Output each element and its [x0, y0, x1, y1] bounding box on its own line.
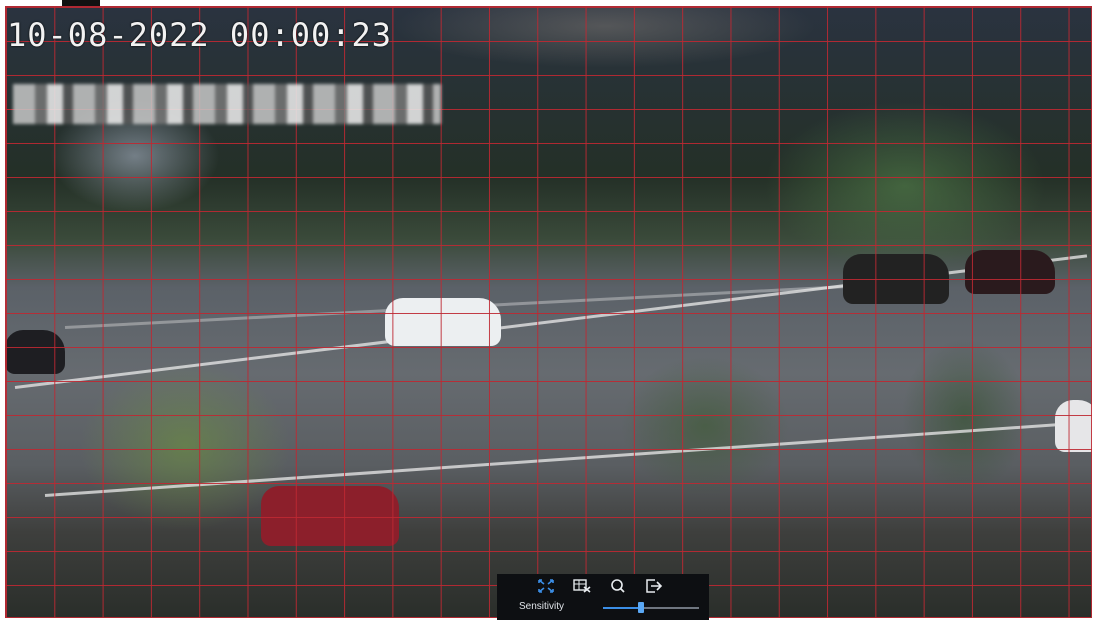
expand-icon[interactable]	[529, 576, 563, 596]
search-icon[interactable]	[601, 576, 635, 596]
camera-video-feed: 10-08-2022 00:00:23	[5, 6, 1092, 618]
exit-icon[interactable]	[637, 576, 671, 596]
grid-edit-toolbar: Sensitivity	[497, 574, 709, 620]
clear-grid-icon[interactable]	[565, 576, 599, 596]
sensitivity-slider-handle[interactable]	[638, 602, 644, 613]
blurred-channel-label	[13, 84, 441, 124]
sensitivity-label: Sensitivity	[519, 601, 565, 612]
video-timestamp: 10-08-2022 00:00:23	[7, 16, 393, 54]
sensitivity-slider-fill	[603, 607, 641, 609]
sensitivity-slider[interactable]	[603, 602, 699, 613]
